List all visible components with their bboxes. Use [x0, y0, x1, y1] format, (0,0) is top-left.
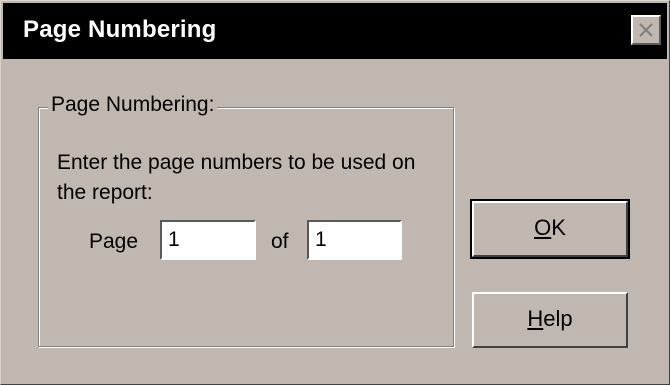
page-label: Page	[89, 230, 139, 253]
of-label: of	[271, 230, 289, 253]
help-button-label: Help	[527, 306, 573, 331]
close-icon	[639, 23, 653, 37]
ok-button[interactable]: OK	[470, 199, 630, 259]
groupbox-legend: Page Numbering:	[48, 93, 218, 117]
close-button[interactable]	[631, 15, 661, 45]
ok-button-label: OK	[534, 215, 566, 240]
help-button[interactable]: Help	[472, 292, 628, 348]
dialog-title: Page Numbering	[23, 16, 217, 43]
total-pages-input[interactable]	[307, 220, 402, 260]
instruction-text: Enter the page numbers to be used on the…	[57, 151, 416, 204]
page-number-input[interactable]	[160, 220, 256, 260]
title-bar[interactable]: Page Numbering	[3, 3, 667, 59]
page-numbering-dialog: Page Numbering Page Numbering: Enter the…	[0, 0, 670, 385]
